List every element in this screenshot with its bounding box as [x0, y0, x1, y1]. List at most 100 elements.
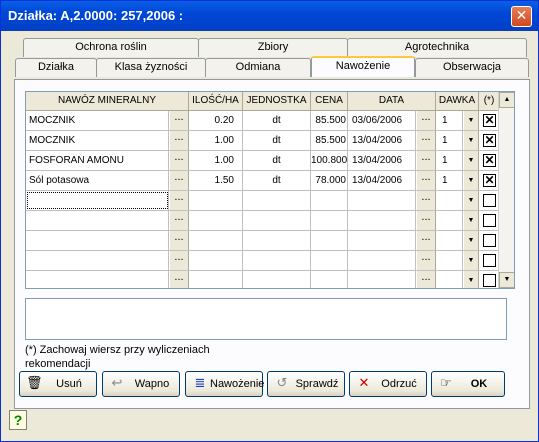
jednostka-cell[interactable]	[243, 271, 311, 288]
dawka-cell[interactable]	[436, 191, 463, 210]
keep-checkbox[interactable]	[483, 254, 496, 267]
chevron-down-icon[interactable]: ▼	[463, 251, 479, 270]
data-cell[interactable]	[348, 191, 416, 210]
help-icon[interactable]: ?	[9, 410, 27, 430]
chevron-down-icon[interactable]: ▼	[463, 171, 479, 190]
empty-table-row[interactable]: ...... ▼	[26, 251, 500, 271]
date-picker-button[interactable]: ...	[416, 231, 436, 250]
jednostka-cell[interactable]: dt	[243, 131, 311, 150]
reject-button[interactable]: ✕ Odrzuć	[349, 371, 427, 397]
chevron-down-icon[interactable]: ▼	[463, 191, 479, 210]
chevron-down-icon[interactable]: ▼	[463, 211, 479, 230]
chevron-down-icon[interactable]: ▼	[463, 271, 479, 288]
ilosc-cell[interactable]: 0.20	[189, 111, 243, 130]
jednostka-cell[interactable]	[243, 251, 311, 270]
notes-memo[interactable]	[25, 298, 507, 340]
date-picker-button[interactable]: ...	[416, 151, 436, 170]
chevron-down-icon[interactable]: ▼	[463, 131, 479, 150]
ilosc-cell[interactable]: 1.50	[189, 171, 243, 190]
fertilizer-grid[interactable]: NAWÓZ MINERALNY ILOŚĆ/HA JEDNOSTKA CENA …	[25, 91, 515, 289]
nawoz-cell[interactable]	[26, 211, 169, 230]
empty-table-row[interactable]: ...... ▼	[26, 191, 500, 211]
ilosc-cell[interactable]	[189, 191, 243, 210]
data-cell[interactable]	[348, 251, 416, 270]
dawka-cell[interactable]: 1	[436, 151, 463, 170]
empty-table-row[interactable]: ...... ▼	[26, 271, 500, 288]
col-header-keep[interactable]: (*)	[479, 92, 500, 111]
date-picker-button[interactable]: ...	[416, 271, 436, 288]
chevron-down-icon[interactable]: ▼	[463, 151, 479, 170]
table-row[interactable]: MOCZNIK... 0.20 dt 85.500 03/06/2006... 1 ▼ ✕	[26, 111, 500, 131]
fertilization-button[interactable]: ≣ Nawożenie	[185, 371, 264, 397]
ellipsis-button[interactable]: ...	[169, 211, 189, 230]
keep-checkbox[interactable]	[483, 214, 496, 227]
ellipsis-button[interactable]: ...	[169, 231, 189, 250]
jednostka-cell[interactable]: dt	[243, 151, 311, 170]
date-picker-button[interactable]: ...	[416, 171, 436, 190]
jednostka-cell[interactable]: dt	[243, 111, 311, 130]
ilosc-cell[interactable]	[189, 231, 243, 250]
nawoz-cell[interactable]	[26, 191, 169, 210]
tab-obserwacja[interactable]: Obserwacja	[415, 58, 529, 77]
keep-checkbox[interactable]	[483, 234, 496, 247]
ellipsis-button[interactable]: ...	[169, 131, 189, 150]
data-cell[interactable]: 13/04/2006	[348, 131, 416, 150]
cena-cell[interactable]	[311, 231, 348, 250]
dawka-cell[interactable]	[436, 271, 463, 288]
tab-dzialka[interactable]: Działka	[15, 58, 97, 77]
tab-klasa-zyznosci[interactable]: Klasa żyzności	[96, 58, 206, 77]
chevron-down-icon[interactable]: ▼	[463, 111, 479, 130]
jednostka-cell[interactable]	[243, 191, 311, 210]
delete-button[interactable]: 🗑 Usuń	[19, 371, 97, 397]
ok-button[interactable]: ☞ OK	[431, 371, 505, 397]
dawka-cell[interactable]: 1	[436, 171, 463, 190]
table-row[interactable]: FOSFORAN AMONU... 1.00 dt 100.800 13/04/2006…	[26, 151, 500, 171]
date-picker-button[interactable]: ...	[416, 211, 436, 230]
data-cell[interactable]	[348, 211, 416, 230]
ellipsis-button[interactable]: ...	[169, 191, 189, 210]
grid-scrollbar[interactable]: ▲ ▼	[498, 92, 514, 288]
col-header-jednostka[interactable]: JEDNOSTKA	[243, 92, 311, 111]
data-cell[interactable]	[348, 231, 416, 250]
dawka-cell[interactable]: 1	[436, 131, 463, 150]
ellipsis-button[interactable]: ...	[169, 111, 189, 130]
jednostka-cell[interactable]	[243, 211, 311, 230]
scroll-up-icon[interactable]: ▲	[499, 92, 514, 108]
ilosc-cell[interactable]	[189, 211, 243, 230]
keep-checkbox[interactable]: ✕	[483, 174, 496, 187]
col-header-data[interactable]: DATA	[348, 92, 436, 111]
ellipsis-button[interactable]: ...	[169, 151, 189, 170]
cena-cell[interactable]: 85.500	[311, 131, 348, 150]
cena-cell[interactable]: 100.800	[311, 151, 348, 170]
empty-table-row[interactable]: ...... ▼	[26, 211, 500, 231]
jednostka-cell[interactable]	[243, 231, 311, 250]
chevron-down-icon[interactable]: ▼	[463, 231, 479, 250]
date-picker-button[interactable]: ...	[416, 191, 436, 210]
tab-nawozenie[interactable]: Nawożenie	[311, 56, 415, 77]
keep-checkbox[interactable]: ✕	[483, 154, 496, 167]
col-header-dawka[interactable]: DAWKA	[436, 92, 479, 111]
cena-cell[interactable]	[311, 191, 348, 210]
check-button[interactable]: ↺ Sprawdź	[267, 371, 345, 397]
empty-table-row[interactable]: ...... ▼	[26, 231, 500, 251]
nawoz-cell[interactable]	[26, 271, 169, 288]
nawoz-cell[interactable]	[26, 231, 169, 250]
ellipsis-button[interactable]: ...	[169, 251, 189, 270]
nawoz-cell[interactable]	[26, 251, 169, 270]
data-cell[interactable]: 13/04/2006	[348, 151, 416, 170]
col-header-cena[interactable]: CENA	[311, 92, 348, 111]
ilosc-cell[interactable]: 1.00	[189, 151, 243, 170]
cena-cell[interactable]	[311, 211, 348, 230]
ilosc-cell[interactable]	[189, 251, 243, 270]
col-header-ilosc[interactable]: ILOŚĆ/HA	[189, 92, 243, 111]
cena-cell[interactable]: 78.000	[311, 171, 348, 190]
keep-checkbox[interactable]: ✕	[483, 134, 496, 147]
keep-checkbox[interactable]: ✕	[483, 114, 496, 127]
keep-checkbox[interactable]	[483, 194, 496, 207]
ilosc-cell[interactable]	[189, 271, 243, 288]
data-cell[interactable]	[348, 271, 416, 288]
nawoz-cell[interactable]: FOSFORAN AMONU	[26, 151, 169, 170]
tab-ochrona-roslin[interactable]: Ochrona roślin	[23, 38, 199, 57]
data-cell[interactable]: 13/04/2006	[348, 171, 416, 190]
lime-button[interactable]: ↩ Wapno	[102, 371, 180, 397]
